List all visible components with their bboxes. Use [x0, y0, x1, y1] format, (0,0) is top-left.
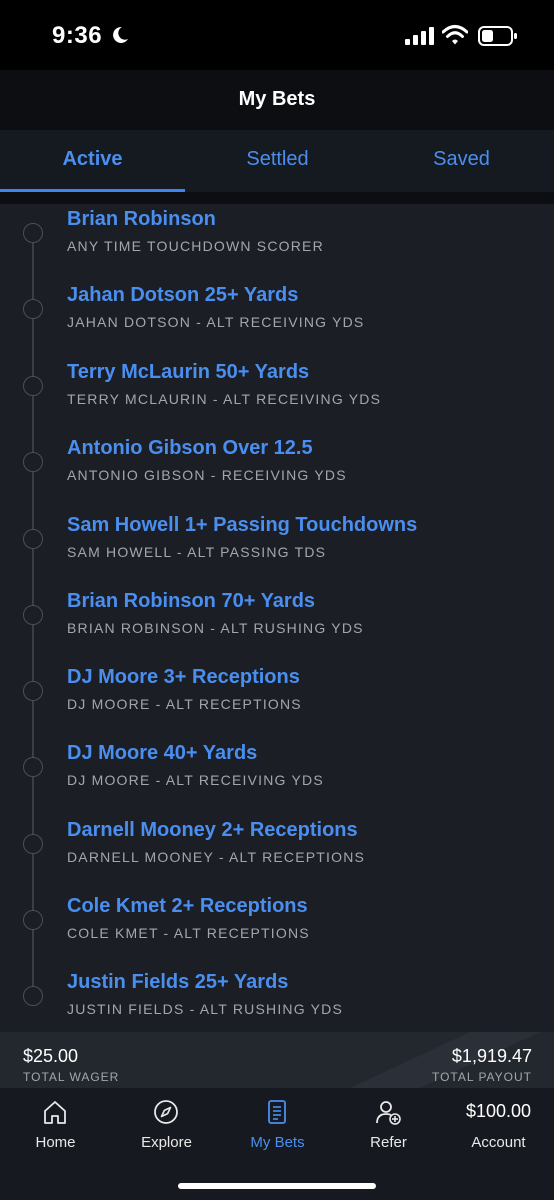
leg-status-circle-icon	[23, 605, 43, 625]
bet-leg-market: DARNELL MOONEY - ALT RECEPTIONS	[67, 849, 366, 865]
nav-home-label: Home	[35, 1134, 76, 1151]
bet-leg-market: SAM HOWELL - ALT PASSING TDS	[67, 544, 327, 560]
nav-home[interactable]: Home	[0, 1088, 111, 1168]
nav-explore[interactable]: Explore	[111, 1088, 222, 1168]
nav-account[interactable]: $100.00 Account	[443, 1088, 554, 1168]
home-icon	[44, 1101, 66, 1124]
bet-leg-item[interactable]: Terry McLaurin 50+ Yards TERRY MCLAURIN …	[0, 359, 554, 435]
total-payout-label: TOTAL PAYOUT	[431, 1070, 532, 1084]
moon-icon	[113, 26, 128, 43]
bet-leg-title: Antonio Gibson Over 12.5	[67, 437, 313, 459]
status-bar: 9:36	[0, 0, 554, 70]
leg-status-circle-icon	[23, 910, 43, 930]
tabs-divider	[0, 192, 554, 204]
bet-leg-market: JUSTIN FIELDS - ALT RUSHING YDS	[67, 1001, 344, 1017]
bet-leg-market: DJ MOORE - ALT RECEPTIONS	[67, 696, 302, 712]
status-time: 9:36	[52, 22, 103, 49]
bet-leg-item[interactable]: Brian Robinson ANY TIME TOUCHDOWN SCORER	[0, 206, 554, 282]
leg-status-circle-icon	[23, 529, 43, 549]
wifi-icon	[442, 25, 468, 45]
bet-leg-market: ANTONIO GIBSON - RECEIVING YDS	[67, 467, 347, 483]
nav-account-label: Account	[471, 1134, 526, 1151]
leg-status-circle-icon	[23, 757, 43, 777]
page-title: My Bets	[238, 88, 316, 110]
bet-leg-market: JAHAN DOTSON - ALT RECEIVING YDS	[67, 314, 365, 330]
tab-settled[interactable]: Settled	[185, 130, 370, 192]
header: My Bets	[0, 70, 554, 131]
compass-icon	[154, 1100, 178, 1124]
bet-leg-market: COLE KMET - ALT RECEPTIONS	[67, 925, 310, 941]
account-balance: $100.00	[465, 1101, 532, 1121]
bet-leg-item[interactable]: Jahan Dotson 25+ Yards JAHAN DOTSON - AL…	[0, 282, 554, 358]
bet-leg-title: Sam Howell 1+ Passing Touchdowns	[67, 514, 418, 536]
bet-leg-title: DJ Moore 40+ Yards	[67, 742, 258, 764]
home-indicator[interactable]	[178, 1183, 376, 1189]
leg-status-circle-icon	[23, 223, 43, 243]
bet-leg-market: TERRY MCLAURIN - ALT RECEIVING YDS	[67, 391, 382, 407]
battery-icon	[478, 26, 517, 46]
leg-status-circle-icon	[23, 376, 43, 396]
nav-my-bets[interactable]: My Bets	[222, 1088, 333, 1168]
bottom-nav: Home Explore My Bets Refer $100.00 Accou…	[0, 1088, 554, 1200]
bet-leg-title: Brian Robinson	[67, 208, 216, 230]
bet-leg-title: Justin Fields 25+ Yards	[67, 971, 289, 993]
bet-leg-market: BRIAN ROBINSON - ALT RUSHING YDS	[67, 620, 364, 636]
bet-leg-title: Jahan Dotson 25+ Yards	[67, 284, 299, 306]
bet-leg-item[interactable]: Cole Kmet 2+ Receptions COLE KMET - ALT …	[0, 893, 554, 969]
bet-legs-list: Brian Robinson ANY TIME TOUCHDOWN SCORER…	[0, 204, 554, 1032]
nav-my-bets-label: My Bets	[250, 1134, 305, 1151]
leg-status-circle-icon	[23, 299, 43, 319]
add-user-icon	[376, 1101, 401, 1125]
bet-leg-title: Cole Kmet 2+ Receptions	[67, 895, 308, 917]
leg-status-circle-icon	[23, 681, 43, 701]
bet-leg-item[interactable]: DJ Moore 40+ Yards DJ MOORE - ALT RECEIV…	[0, 740, 554, 816]
leg-status-circle-icon	[23, 834, 43, 854]
bet-leg-title: DJ Moore 3+ Receptions	[67, 666, 300, 688]
bet-leg-title: Terry McLaurin 50+ Yards	[67, 361, 310, 383]
nav-explore-label: Explore	[141, 1134, 192, 1151]
bet-totals-bar: $25.00 TOTAL WAGER $1,919.47 TOTAL PAYOU…	[0, 1032, 554, 1088]
total-wager-label: TOTAL WAGER	[23, 1070, 120, 1084]
bets-tabs: Active Settled Saved	[0, 130, 554, 192]
bet-slip-icon	[268, 1100, 286, 1124]
total-payout-amount: $1,919.47	[451, 1046, 532, 1066]
leg-status-circle-icon	[23, 986, 43, 1006]
bet-leg-title: Brian Robinson 70+ Yards	[67, 590, 316, 612]
bet-leg-title: Darnell Mooney 2+ Receptions	[67, 819, 358, 841]
bet-leg-item[interactable]: DJ Moore 3+ Receptions DJ MOORE - ALT RE…	[0, 664, 554, 740]
bet-leg-market: DJ MOORE - ALT RECEIVING YDS	[67, 772, 324, 788]
bet-leg-item[interactable]: Antonio Gibson Over 12.5 ANTONIO GIBSON …	[0, 435, 554, 511]
nav-refer-label: Refer	[370, 1134, 407, 1151]
bet-leg-item[interactable]: Brian Robinson 70+ Yards BRIAN ROBINSON …	[0, 588, 554, 664]
signal-icon	[405, 27, 434, 45]
bet-leg-item[interactable]: Sam Howell 1+ Passing Touchdowns SAM HOW…	[0, 512, 554, 588]
bet-leg-market: ANY TIME TOUCHDOWN SCORER	[67, 238, 324, 254]
tab-saved[interactable]: Saved	[369, 130, 554, 192]
tab-active[interactable]: Active	[0, 130, 185, 192]
nav-refer[interactable]: Refer	[333, 1088, 444, 1168]
total-wager-amount: $25.00	[23, 1046, 79, 1066]
leg-status-circle-icon	[23, 452, 43, 472]
bet-leg-item[interactable]: Darnell Mooney 2+ Receptions DARNELL MOO…	[0, 817, 554, 893]
